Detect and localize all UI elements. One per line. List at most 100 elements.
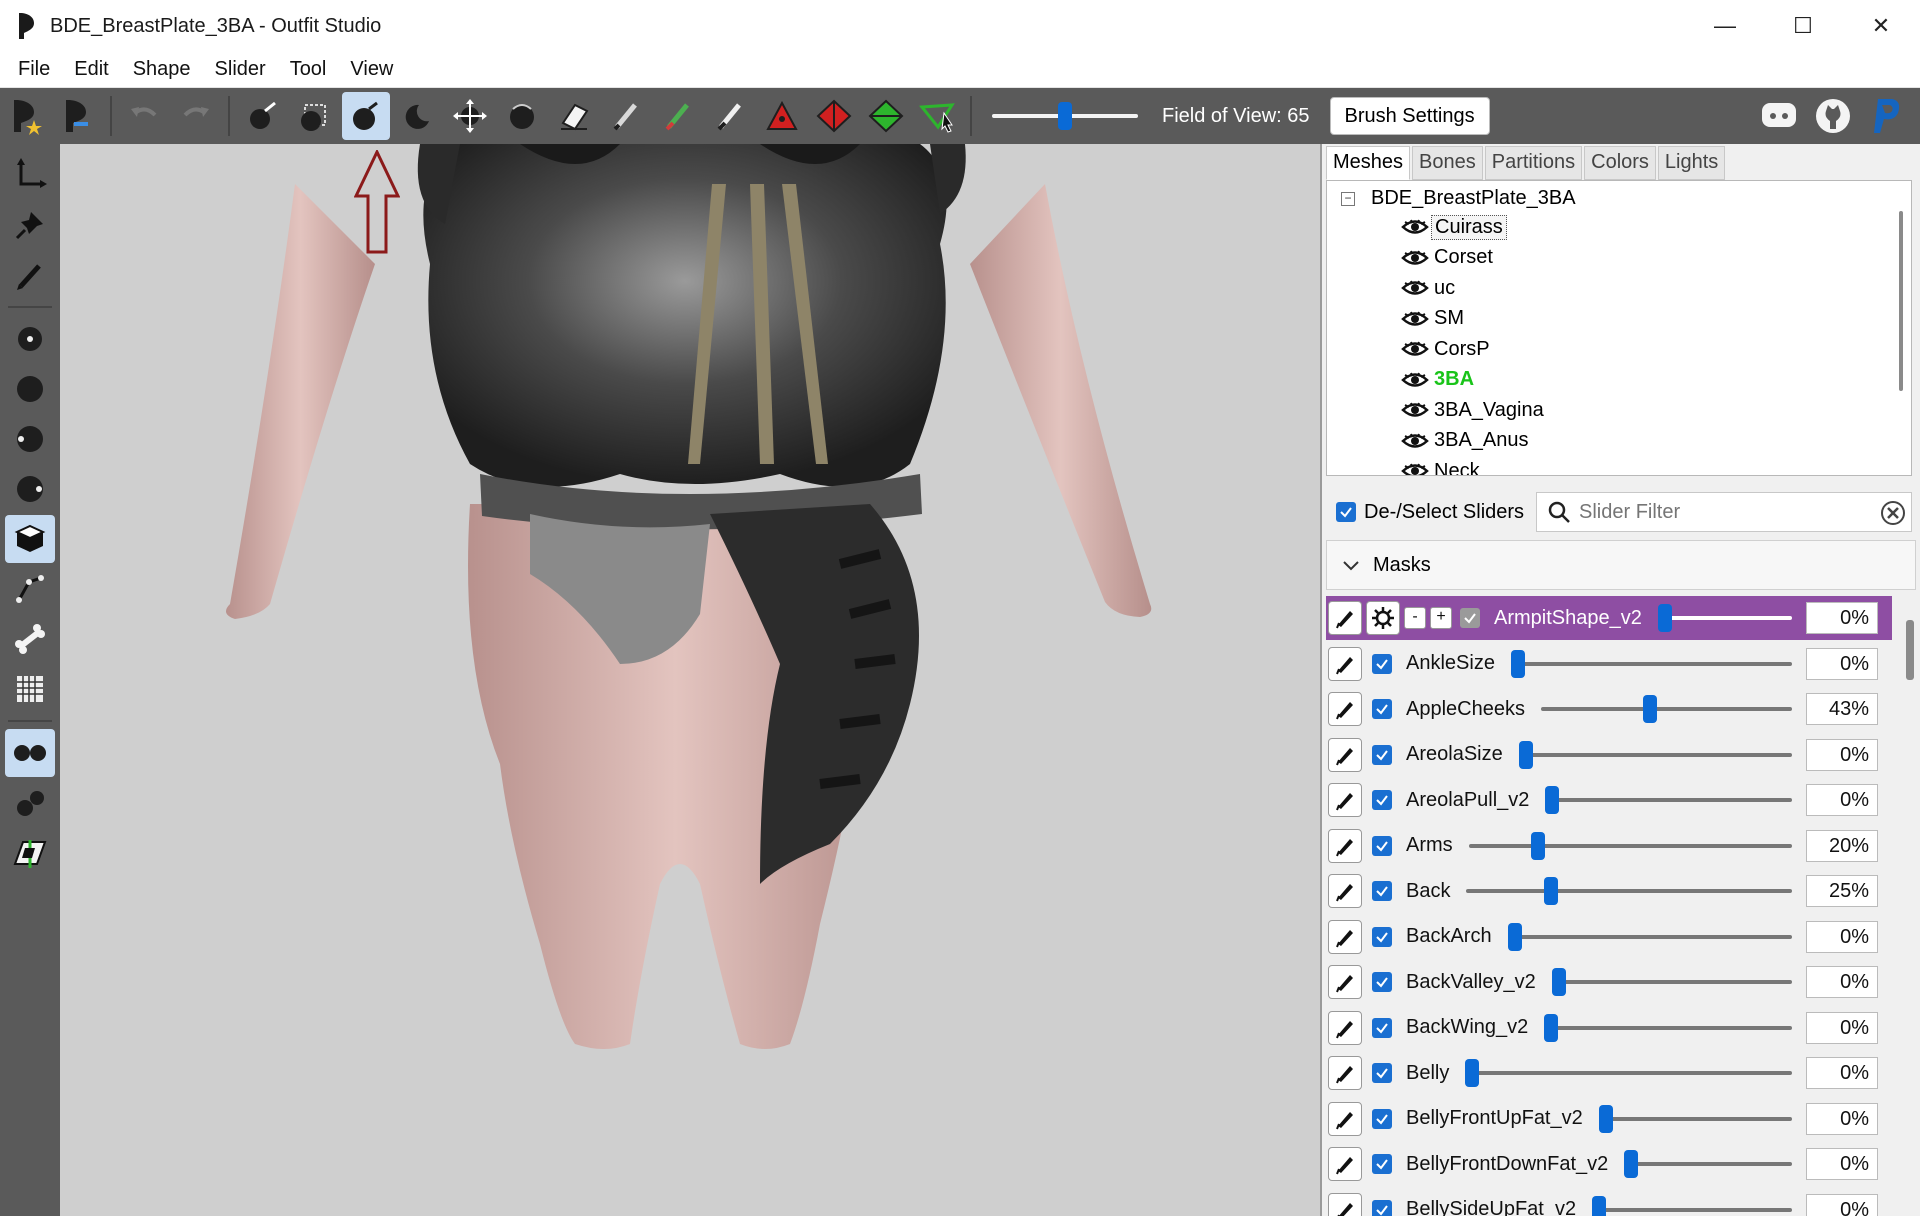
maximize-button[interactable]: ☐	[1764, 0, 1842, 52]
eye-icon[interactable]	[1401, 249, 1429, 267]
slider-track[interactable]	[1544, 1025, 1792, 1030]
slider-thumb[interactable]	[1519, 740, 1533, 769]
deflate-brush-button[interactable]	[394, 92, 442, 140]
slider-row[interactable]: BellyFrontDownFat_v2 0%	[1326, 1142, 1892, 1186]
slider-thumb[interactable]	[1642, 695, 1657, 723]
slider-checkbox[interactable]	[1372, 699, 1392, 719]
brush-settings-button[interactable]: Brush Settings	[1329, 97, 1490, 135]
edit-slider-button[interactable]	[1328, 919, 1362, 954]
edit-slider-button[interactable]	[1328, 1010, 1362, 1045]
eye-icon[interactable]	[1401, 310, 1429, 328]
menu-shape[interactable]: Shape	[121, 58, 203, 81]
slider-thumb[interactable]	[1465, 1059, 1479, 1087]
slider-list-scrollbar[interactable]	[1906, 620, 1914, 680]
mesh-item[interactable]: CorsP	[1401, 335, 1493, 363]
slider-settings-button[interactable]	[1366, 601, 1400, 635]
eye-icon[interactable]	[1401, 218, 1429, 236]
slider-track[interactable]	[1469, 843, 1792, 848]
slider-value[interactable]: 0%	[1806, 1102, 1878, 1135]
slider-checkbox[interactable]	[1372, 1199, 1392, 1216]
menu-slider[interactable]: Slider	[203, 58, 278, 81]
move-brush-button[interactable]	[446, 92, 494, 140]
slider-checkbox[interactable]	[1372, 972, 1392, 992]
slider-checkbox[interactable]	[1372, 790, 1392, 810]
tab-partitions[interactable]: Partitions	[1484, 146, 1583, 180]
slider-row[interactable]: AnkleSize 0%	[1326, 642, 1892, 686]
slider-value[interactable]: 20%	[1806, 829, 1878, 862]
eye-icon[interactable]	[1401, 371, 1429, 389]
edit-slider-button[interactable]	[1328, 646, 1362, 681]
slider-track[interactable]	[1511, 661, 1792, 666]
edit-slider-button[interactable]	[1328, 874, 1362, 908]
slider-thumb[interactable]	[1658, 604, 1672, 632]
edit-slider-button[interactable]	[1328, 601, 1362, 635]
pivot-tool-button[interactable]	[5, 201, 55, 249]
slider-row[interactable]: Belly 0%	[1326, 1051, 1892, 1095]
cube-shading-button[interactable]	[5, 515, 55, 563]
bones-view-button[interactable]	[5, 615, 55, 663]
flip-edge-button[interactable]	[810, 92, 858, 140]
slider-row[interactable]: BellySideUpFat_v2 0%	[1326, 1188, 1892, 1216]
edit-slider-button[interactable]	[1328, 828, 1362, 863]
mesh-item[interactable]: SM	[1401, 305, 1467, 333]
slider-value[interactable]: 25%	[1806, 875, 1878, 907]
slider-value[interactable]: 0%	[1806, 966, 1878, 998]
edit-slider-button[interactable]	[1328, 965, 1362, 999]
slider-value[interactable]: 0%	[1806, 1148, 1878, 1180]
half-sphere-button[interactable]	[5, 415, 55, 463]
clear-filter-icon[interactable]	[1881, 501, 1905, 525]
slider-track[interactable]	[1545, 798, 1792, 802]
slider-row[interactable]: BackWing_v2 0%	[1326, 1006, 1892, 1050]
slider-value[interactable]: 0%	[1806, 1193, 1878, 1216]
slider-thumb[interactable]	[1545, 786, 1559, 814]
paypal-button[interactable]	[1862, 92, 1912, 140]
undo-button[interactable]	[120, 92, 168, 140]
slider-track[interactable]	[1465, 1071, 1792, 1075]
slider-row[interactable]: AreolaSize 0%	[1326, 733, 1892, 777]
show-vertices-button[interactable]	[5, 315, 55, 363]
slider-thumb[interactable]	[1530, 831, 1545, 860]
slider-thumb[interactable]	[1592, 1195, 1606, 1216]
mesh-item[interactable]: Neck	[1401, 457, 1483, 475]
edit-slider-button[interactable]	[1328, 1056, 1362, 1090]
discord-button[interactable]	[1754, 92, 1804, 140]
slider-filter[interactable]	[1536, 492, 1912, 532]
slider-checkbox[interactable]	[1372, 881, 1392, 901]
slider-checkbox[interactable]	[1460, 608, 1480, 628]
collapse-vertex-button[interactable]	[758, 92, 806, 140]
xray-plane-button[interactable]	[5, 829, 55, 877]
minimize-button[interactable]: —	[1686, 0, 1764, 52]
slider-value[interactable]: 0%	[1806, 602, 1878, 634]
mesh-item[interactable]: Corset	[1401, 244, 1496, 272]
quarter-sphere-button[interactable]	[5, 465, 55, 513]
mesh-item[interactable]: Cuirass	[1401, 213, 1507, 241]
slider-value[interactable]: 0%	[1806, 647, 1878, 680]
slider-thumb[interactable]	[1544, 877, 1558, 905]
weight-brush-button[interactable]	[602, 92, 650, 140]
slider-track[interactable]	[1599, 1116, 1792, 1121]
move-vertex-button[interactable]	[914, 92, 962, 140]
slider-checkbox[interactable]	[1372, 1063, 1392, 1083]
wireframe-button[interactable]	[5, 565, 55, 613]
deselect-sliders-checkbox[interactable]	[1336, 502, 1356, 522]
load-reference-button[interactable]	[54, 92, 102, 140]
edit-slider-button[interactable]	[1328, 1147, 1362, 1181]
eye-icon[interactable]	[1401, 340, 1429, 358]
slider-track[interactable]	[1592, 1207, 1792, 1212]
slider-thumb[interactable]	[1511, 649, 1525, 678]
3d-viewport[interactable]	[60, 144, 1320, 1216]
slider-filter-input[interactable]	[1579, 500, 1869, 524]
masks-section-header[interactable]: Masks	[1326, 540, 1916, 590]
slider-checkbox[interactable]	[1372, 1154, 1392, 1174]
github-button[interactable]	[1808, 92, 1858, 140]
menu-tool[interactable]: Tool	[278, 58, 339, 81]
slider-value[interactable]: 43%	[1806, 693, 1878, 725]
connected-mode-button[interactable]	[5, 779, 55, 827]
alpha-brush-button[interactable]	[706, 92, 754, 140]
close-button[interactable]: ✕	[1842, 0, 1920, 52]
new-project-button[interactable]	[2, 92, 50, 140]
edit-slider-button[interactable]	[1328, 1101, 1362, 1136]
tab-colors[interactable]: Colors	[1584, 146, 1656, 180]
grid-button[interactable]	[5, 665, 55, 713]
slider-row[interactable]: Arms 20%	[1326, 824, 1892, 868]
